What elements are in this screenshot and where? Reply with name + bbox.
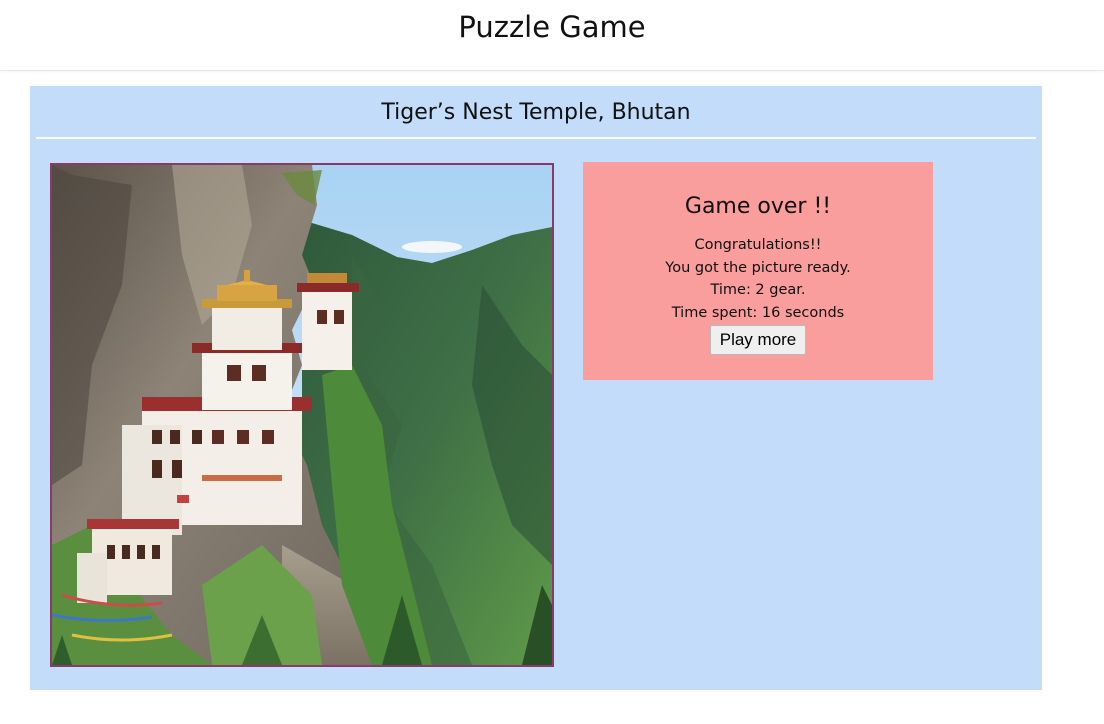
picture-ready-text: You got the picture ready. (665, 259, 851, 276)
game-over-heading: Game over !! (684, 194, 832, 219)
app-header: Puzzle Game (0, 0, 1104, 71)
puzzle-title: Tiger’s Nest Temple, Bhutan (381, 100, 691, 125)
congratulations-text: Congratulations!! (694, 237, 822, 253)
title-divider (36, 137, 1036, 139)
play-more-button[interactable]: Play more (709, 325, 807, 355)
puzzle-board[interactable] (50, 163, 554, 667)
puzzle-panel: Tiger’s Nest Temple, Bhutan Game over !!… (30, 86, 1042, 690)
moves-text: Time: 2 gear. (710, 282, 806, 298)
game-over-card: Game over !! Congratulations!! You got t… (583, 162, 933, 380)
time-spent-text: Time spent: 16 seconds (671, 304, 845, 321)
puzzle-picture (52, 165, 552, 665)
result-details: Congratulations!! You got the picture re… (583, 234, 933, 324)
app-title: Puzzle Game (458, 10, 646, 44)
